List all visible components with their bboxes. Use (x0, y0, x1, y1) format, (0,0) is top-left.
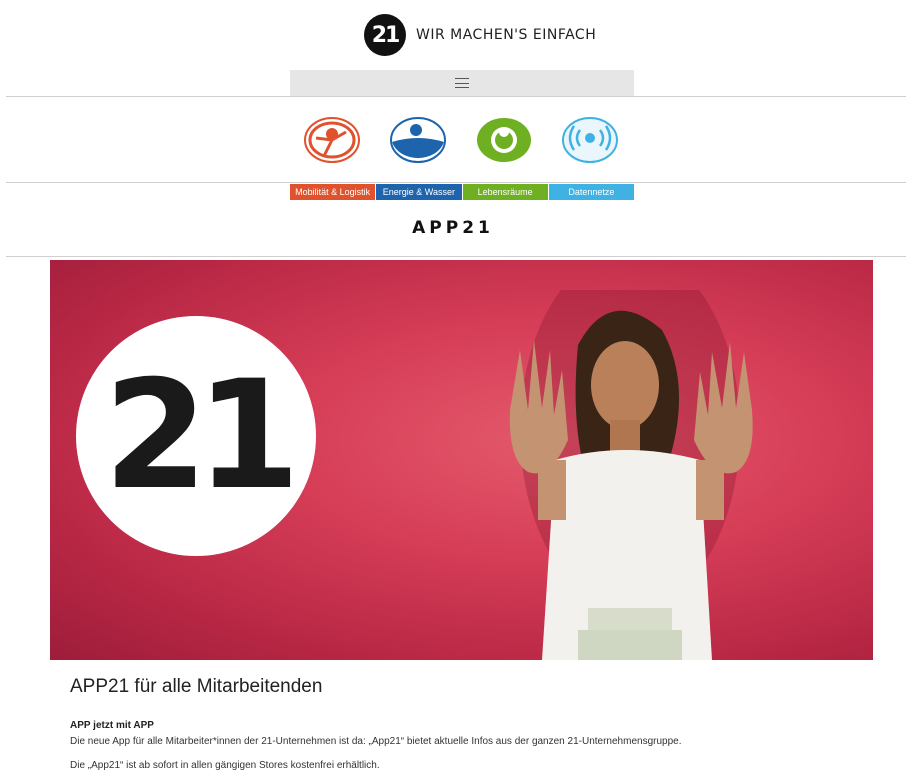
mobility-disc-icon[interactable] (302, 112, 362, 168)
signal-waves-disc-icon[interactable] (560, 112, 620, 168)
hamburger-menu-icon (455, 78, 469, 88)
content-paragraph-1: Die neue App für alle Mitarbeiter*innen … (70, 736, 682, 747)
energy-water-disc-icon[interactable] (388, 112, 448, 168)
divider (6, 182, 906, 183)
brand-logo[interactable]: 21 WIR MACHEN'S EINFACH (364, 14, 596, 56)
nav-mobility-logistics[interactable]: Mobilität & Logistik (290, 184, 376, 200)
tagline: WIR MACHEN'S EINFACH (416, 27, 597, 43)
page-title: APP21 (412, 218, 494, 238)
hero-image: 21 (50, 260, 873, 660)
logo-text: 21 (371, 22, 401, 48)
site-header: 21 WIR MACHEN'S EINFACH (0, 0, 906, 70)
nav-data-networks[interactable]: Datennetze (548, 184, 634, 200)
divider (6, 96, 906, 97)
content-paragraph-2: Die „App21“ ist ab sofort in allen gängi… (70, 760, 380, 771)
logo-circle: 21 (364, 14, 406, 56)
content-subheading: APP jetzt mit APP (70, 720, 154, 731)
main-menu-toggle[interactable] (290, 70, 634, 96)
category-icons (0, 112, 906, 170)
nav-living-spaces[interactable]: Lebensräume (462, 184, 548, 200)
content-title: APP21 für alle Mitarbeitenden (70, 676, 323, 697)
hero-logo-text: 21 (103, 349, 301, 523)
divider (6, 256, 906, 257)
person-photo (509, 290, 753, 660)
nav-energy-water[interactable]: Energie & Wasser (376, 184, 462, 200)
hero-logo-circle: 21 (76, 316, 316, 556)
category-nav: Mobilität & Logistik Energie & Wasser Le… (290, 184, 634, 200)
gear-disc-icon[interactable] (474, 112, 534, 168)
